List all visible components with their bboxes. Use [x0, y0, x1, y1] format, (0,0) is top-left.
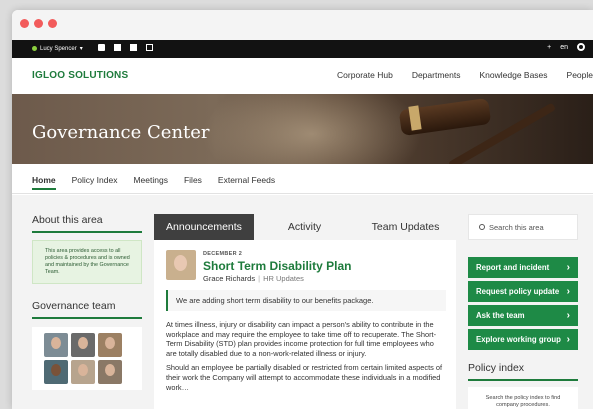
tab-announcements[interactable]: Announcements: [154, 214, 254, 240]
caret-down-icon: ▾: [79, 46, 83, 52]
post-paragraph: Should an employee be partially disabled…: [166, 363, 443, 392]
report-incident-button[interactable]: Report and incident ›: [468, 257, 578, 278]
window-chrome: [12, 10, 593, 40]
page-title: Governance Center: [32, 122, 210, 143]
post-author[interactable]: Grace Richards: [203, 274, 255, 283]
subnav-meetings[interactable]: Meetings: [133, 175, 168, 190]
tab-team-updates[interactable]: Team Updates: [355, 214, 456, 240]
user-name: Lucy Spencer: [40, 45, 77, 52]
subnav-home[interactable]: Home: [32, 175, 56, 190]
top-toolbar: Lucy Spencer ▾ + en: [12, 40, 593, 58]
content-tabs: Announcements Activity Team Updates: [154, 214, 456, 240]
main-column: Announcements Activity Team Updates DECE…: [154, 214, 456, 409]
search-icon: [479, 224, 485, 230]
ask-the-team-button[interactable]: Ask the team ›: [468, 305, 578, 326]
post-paragraph: At times illness, injury or disability c…: [166, 320, 437, 358]
action-label: Report and incident: [476, 263, 550, 272]
subnav-files[interactable]: Files: [184, 175, 202, 190]
chat-icon[interactable]: [98, 44, 105, 51]
action-label: Ask the team: [476, 311, 525, 320]
chevron-right-icon: ›: [566, 262, 570, 273]
gear-icon[interactable]: [577, 43, 585, 51]
nav-knowledge-bases[interactable]: Knowledge Bases: [479, 70, 547, 80]
space-navigation: Home Policy Index Meetings Files Externa…: [12, 164, 593, 194]
right-sidebar: Search this area Report and incident › Re…: [468, 214, 578, 409]
nav-people[interactable]: People: [567, 70, 593, 80]
chevron-right-icon: ›: [566, 310, 570, 321]
minimize-window-button[interactable]: [34, 19, 43, 28]
action-label: Explore working group: [476, 335, 561, 344]
online-status-icon: [32, 46, 37, 51]
policy-index-heading: Policy index: [468, 362, 578, 381]
team-member-avatar[interactable]: [98, 333, 122, 357]
main-navbar: IGLOO SOLUTIONS Corporate Hub Department…: [12, 58, 593, 94]
calendar-icon[interactable]: [130, 44, 137, 51]
user-menu[interactable]: Lucy Spencer ▾: [32, 45, 83, 52]
page-content: About this area This area provides acces…: [12, 195, 593, 409]
search-input[interactable]: Search this area: [468, 214, 578, 240]
post-title[interactable]: Short Term Disability Plan: [203, 259, 351, 273]
maximize-window-button[interactable]: [48, 19, 57, 28]
document-icon[interactable]: [146, 44, 153, 51]
team-member-avatar[interactable]: [44, 360, 68, 384]
browser-window: Lucy Spencer ▾ + en IGLOO SOLUTIONS Corp…: [12, 10, 593, 409]
top-navigation: Corporate Hub Departments Knowledge Base…: [318, 70, 593, 80]
tab-activity[interactable]: Activity: [254, 214, 355, 240]
announcement-post: DECEMBER 2 Short Term Disability Plan Gr…: [154, 240, 456, 409]
team-member-avatar[interactable]: [71, 333, 95, 357]
post-summary-quote: We are adding short term disability to o…: [166, 290, 446, 311]
quick-actions: Report and incident › Request policy upda…: [468, 257, 578, 350]
nav-corporate-hub[interactable]: Corporate Hub: [337, 70, 393, 80]
subnav-policy-index[interactable]: Policy Index: [72, 175, 118, 190]
brand-logo[interactable]: IGLOO SOLUTIONS: [32, 70, 128, 81]
left-sidebar: About this area This area provides acces…: [32, 214, 142, 390]
post-body: At times illness, injury or disability c…: [166, 320, 446, 392]
close-window-button[interactable]: [20, 19, 29, 28]
check-icon[interactable]: [114, 44, 121, 51]
team-member-avatar[interactable]: [44, 333, 68, 357]
subnav-external-feeds[interactable]: External Feeds: [218, 175, 275, 190]
explore-working-group-button[interactable]: Explore working group ›: [468, 329, 578, 350]
request-policy-update-button[interactable]: Request policy update ›: [468, 281, 578, 302]
meta-separator: |: [258, 274, 261, 283]
team-photo-grid: [32, 327, 142, 390]
policy-index-description: Search the policy index to find company …: [468, 387, 578, 409]
search-placeholder: Search this area: [489, 222, 544, 232]
post-meta: Grace Richards | HR Updates: [203, 274, 351, 283]
banner-light: [202, 94, 422, 164]
language-selector[interactable]: en: [560, 44, 568, 51]
team-member-avatar[interactable]: [98, 360, 122, 384]
hero-banner: Governance Center: [12, 94, 593, 164]
post-date: DECEMBER 2: [203, 251, 243, 257]
about-description: This area provides access to all policie…: [32, 240, 142, 284]
post-group[interactable]: HR Updates: [263, 274, 304, 283]
chevron-right-icon: ›: [566, 286, 570, 297]
team-member-avatar[interactable]: [71, 360, 95, 384]
author-avatar[interactable]: [166, 250, 196, 280]
chevron-right-icon: ›: [566, 334, 570, 345]
nav-departments[interactable]: Departments: [412, 70, 461, 80]
team-heading: Governance team: [32, 300, 142, 319]
action-label: Request policy update: [476, 287, 560, 296]
add-button[interactable]: +: [547, 44, 551, 51]
about-heading: About this area: [32, 214, 142, 233]
